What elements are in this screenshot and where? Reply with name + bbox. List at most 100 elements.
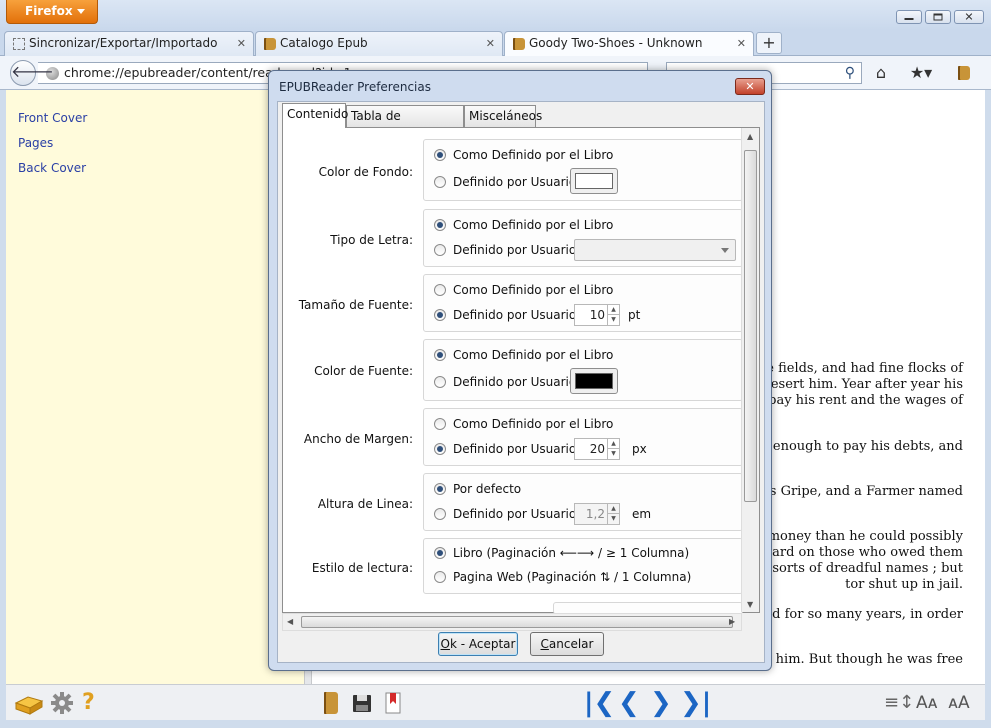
margin-user-option[interactable]: Definido por Usuario [434,442,576,456]
save-icon[interactable] [352,691,372,715]
content-settings-panel: Color de Fondo: Como Definido por el Lib… [282,127,760,614]
stepper-up-icon[interactable]: ▲ [607,504,619,514]
line-height-default-option[interactable]: Por defecto [434,482,521,496]
next-page-icon[interactable]: ❯ [650,690,672,716]
cancel-button[interactable]: Cancelar [530,632,604,656]
last-page-icon[interactable]: ❯| [680,690,711,716]
toc-item-back-cover[interactable]: Back Cover [18,161,86,175]
radio-selected-icon[interactable] [434,219,446,231]
reading-style-book-option[interactable]: Libro (Paginación ⟵⟶ / ≥ 1 Columna) [434,546,689,560]
ok-button[interactable]: Ok - Aceptar [438,632,518,656]
radio-icon[interactable] [434,244,446,256]
color-swatch [575,173,613,189]
bookmarks-icon[interactable]: ★▾ [908,64,934,82]
radio-icon[interactable] [434,284,446,296]
bookshelf-icon[interactable] [324,692,338,714]
horizontal-scrollbar[interactable]: ◀ ▶ [282,613,742,631]
option-label: Como Definido por el Libro [453,283,614,297]
option-label: Como Definido por el Libro [453,348,614,362]
radio-selected-icon[interactable] [434,349,446,361]
font-type-book-option[interactable]: Como Definido por el Libro [434,218,613,232]
restore-icon [933,13,943,21]
font-type-user-option[interactable]: Definido por Usuario [434,243,576,257]
help-icon[interactable]: ? [82,691,102,715]
option-label: Por defecto [453,482,522,496]
restore-button[interactable] [925,10,951,24]
margin-book-option[interactable]: Como Definido por el Libro [434,417,613,431]
vertical-scrollbar[interactable]: ▲ ▼ [741,128,759,612]
font-color-book-option[interactable]: Como Definido por el Libro [434,348,613,362]
font-color-picker[interactable] [570,368,618,394]
bg-color-user-option[interactable]: Definido por Usuario [434,175,576,189]
home-icon[interactable]: ⌂ [872,64,890,82]
margin-group: Como Definido por el Libro Definido por … [423,408,743,466]
dialog-close-button[interactable]: ✕ [735,78,765,95]
margin-stepper[interactable]: 20 ▲ ▼ [574,438,620,460]
stepper-down-icon[interactable]: ▼ [607,449,619,459]
line-height-label: Altura de Linea: [317,497,413,511]
library-icon[interactable] [14,691,44,715]
option-label: Como Definido por el Libro [453,218,614,232]
radio-icon[interactable] [434,176,446,188]
increase-font-icon[interactable]: ᴀA [948,691,976,715]
decrease-font-icon[interactable]: Aᴀ [916,691,942,715]
font-size-user-option[interactable]: Definido por Usuario [434,308,576,322]
scroll-right-icon[interactable]: ▶ [729,617,735,626]
radio-icon[interactable] [434,418,446,430]
option-label: Definido por Usuario [453,507,577,521]
radio-icon[interactable] [434,508,446,520]
stepper-up-icon[interactable]: ▲ [607,305,619,315]
close-icon[interactable]: ✕ [737,32,746,55]
radio-selected-icon[interactable] [434,547,446,559]
bg-color-book-option[interactable]: Como Definido por el Libro [434,148,613,162]
book-icon [513,38,525,50]
back-button[interactable]: 🡐 [10,60,54,86]
radio-selected-icon[interactable] [434,149,446,161]
search-icon[interactable]: ⚲ [845,65,855,81]
stepper-down-icon[interactable]: ▼ [607,315,619,325]
bg-color-picker[interactable] [570,168,618,194]
firefox-menu-button[interactable]: Firefox [6,0,98,24]
first-page-icon[interactable]: |❮ [584,690,615,716]
radio-selected-icon[interactable] [434,483,446,495]
line-height-stepper[interactable]: 1,2 ▲ ▼ [574,503,620,525]
bookmark-icon[interactable] [384,691,402,715]
vertical-scroll-thumb[interactable] [744,150,757,502]
font-size-book-option[interactable]: Como Definido por el Libro [434,283,613,297]
close-icon[interactable]: ✕ [237,32,246,55]
reading-style-web-option[interactable]: Pagina Web (Paginación ⇅ / 1 Columna) [434,570,691,584]
radio-selected-icon[interactable] [434,443,446,455]
tab-sync[interactable]: Sincronizar/Exportar/Importado ✕ [4,31,254,56]
close-icon[interactable]: ✕ [486,32,495,55]
tab-goody-two-shoes[interactable]: Goody Two-Shoes - Unknown ✕ [504,31,754,57]
radio-icon[interactable] [434,571,446,583]
title-bar: Firefox ✕ [0,0,991,30]
option-label: Definido por Usuario [453,375,577,389]
new-tab-button[interactable]: + [756,32,782,54]
tab-tabla-de-contenidos[interactable]: Tabla de Contenidos [346,105,464,143]
toc-item-pages[interactable]: Pages [18,136,53,150]
gear-icon[interactable] [50,691,74,715]
radio-selected-icon[interactable] [434,309,446,321]
toc-item-front-cover[interactable]: Front Cover [18,111,87,125]
radio-icon[interactable] [434,376,446,388]
stepper-down-icon[interactable]: ▼ [607,514,619,524]
line-height-user-option[interactable]: Definido por Usuario [434,507,576,521]
option-label: Pagina Web (Paginación ⇅ / 1 Columna) [453,570,692,584]
font-family-select[interactable] [574,239,736,261]
scroll-left-icon[interactable]: ◀ [287,617,293,626]
tab-catalog[interactable]: Catalogo Epub ✕ [255,31,503,56]
font-color-user-option[interactable]: Definido por Usuario [434,375,576,389]
scroll-up-icon[interactable]: ▲ [747,132,753,141]
scroll-down-icon[interactable]: ▼ [747,600,753,609]
epubreader-icon[interactable] [958,66,970,80]
line-spacing-icon[interactable]: ≡↕ [884,691,914,715]
previous-page-icon[interactable]: ❮ [618,690,640,716]
window-close-button[interactable]: ✕ [954,10,984,24]
horizontal-scroll-thumb[interactable] [301,616,733,628]
tab-miscelaneos[interactable]: Misceláneos [464,105,542,127]
stepper-up-icon[interactable]: ▲ [607,439,619,449]
font-size-stepper[interactable]: 10 ▲ ▼ [574,304,620,326]
tab-contenido[interactable]: Contenido [282,103,348,128]
minimize-button[interactable] [896,10,922,24]
